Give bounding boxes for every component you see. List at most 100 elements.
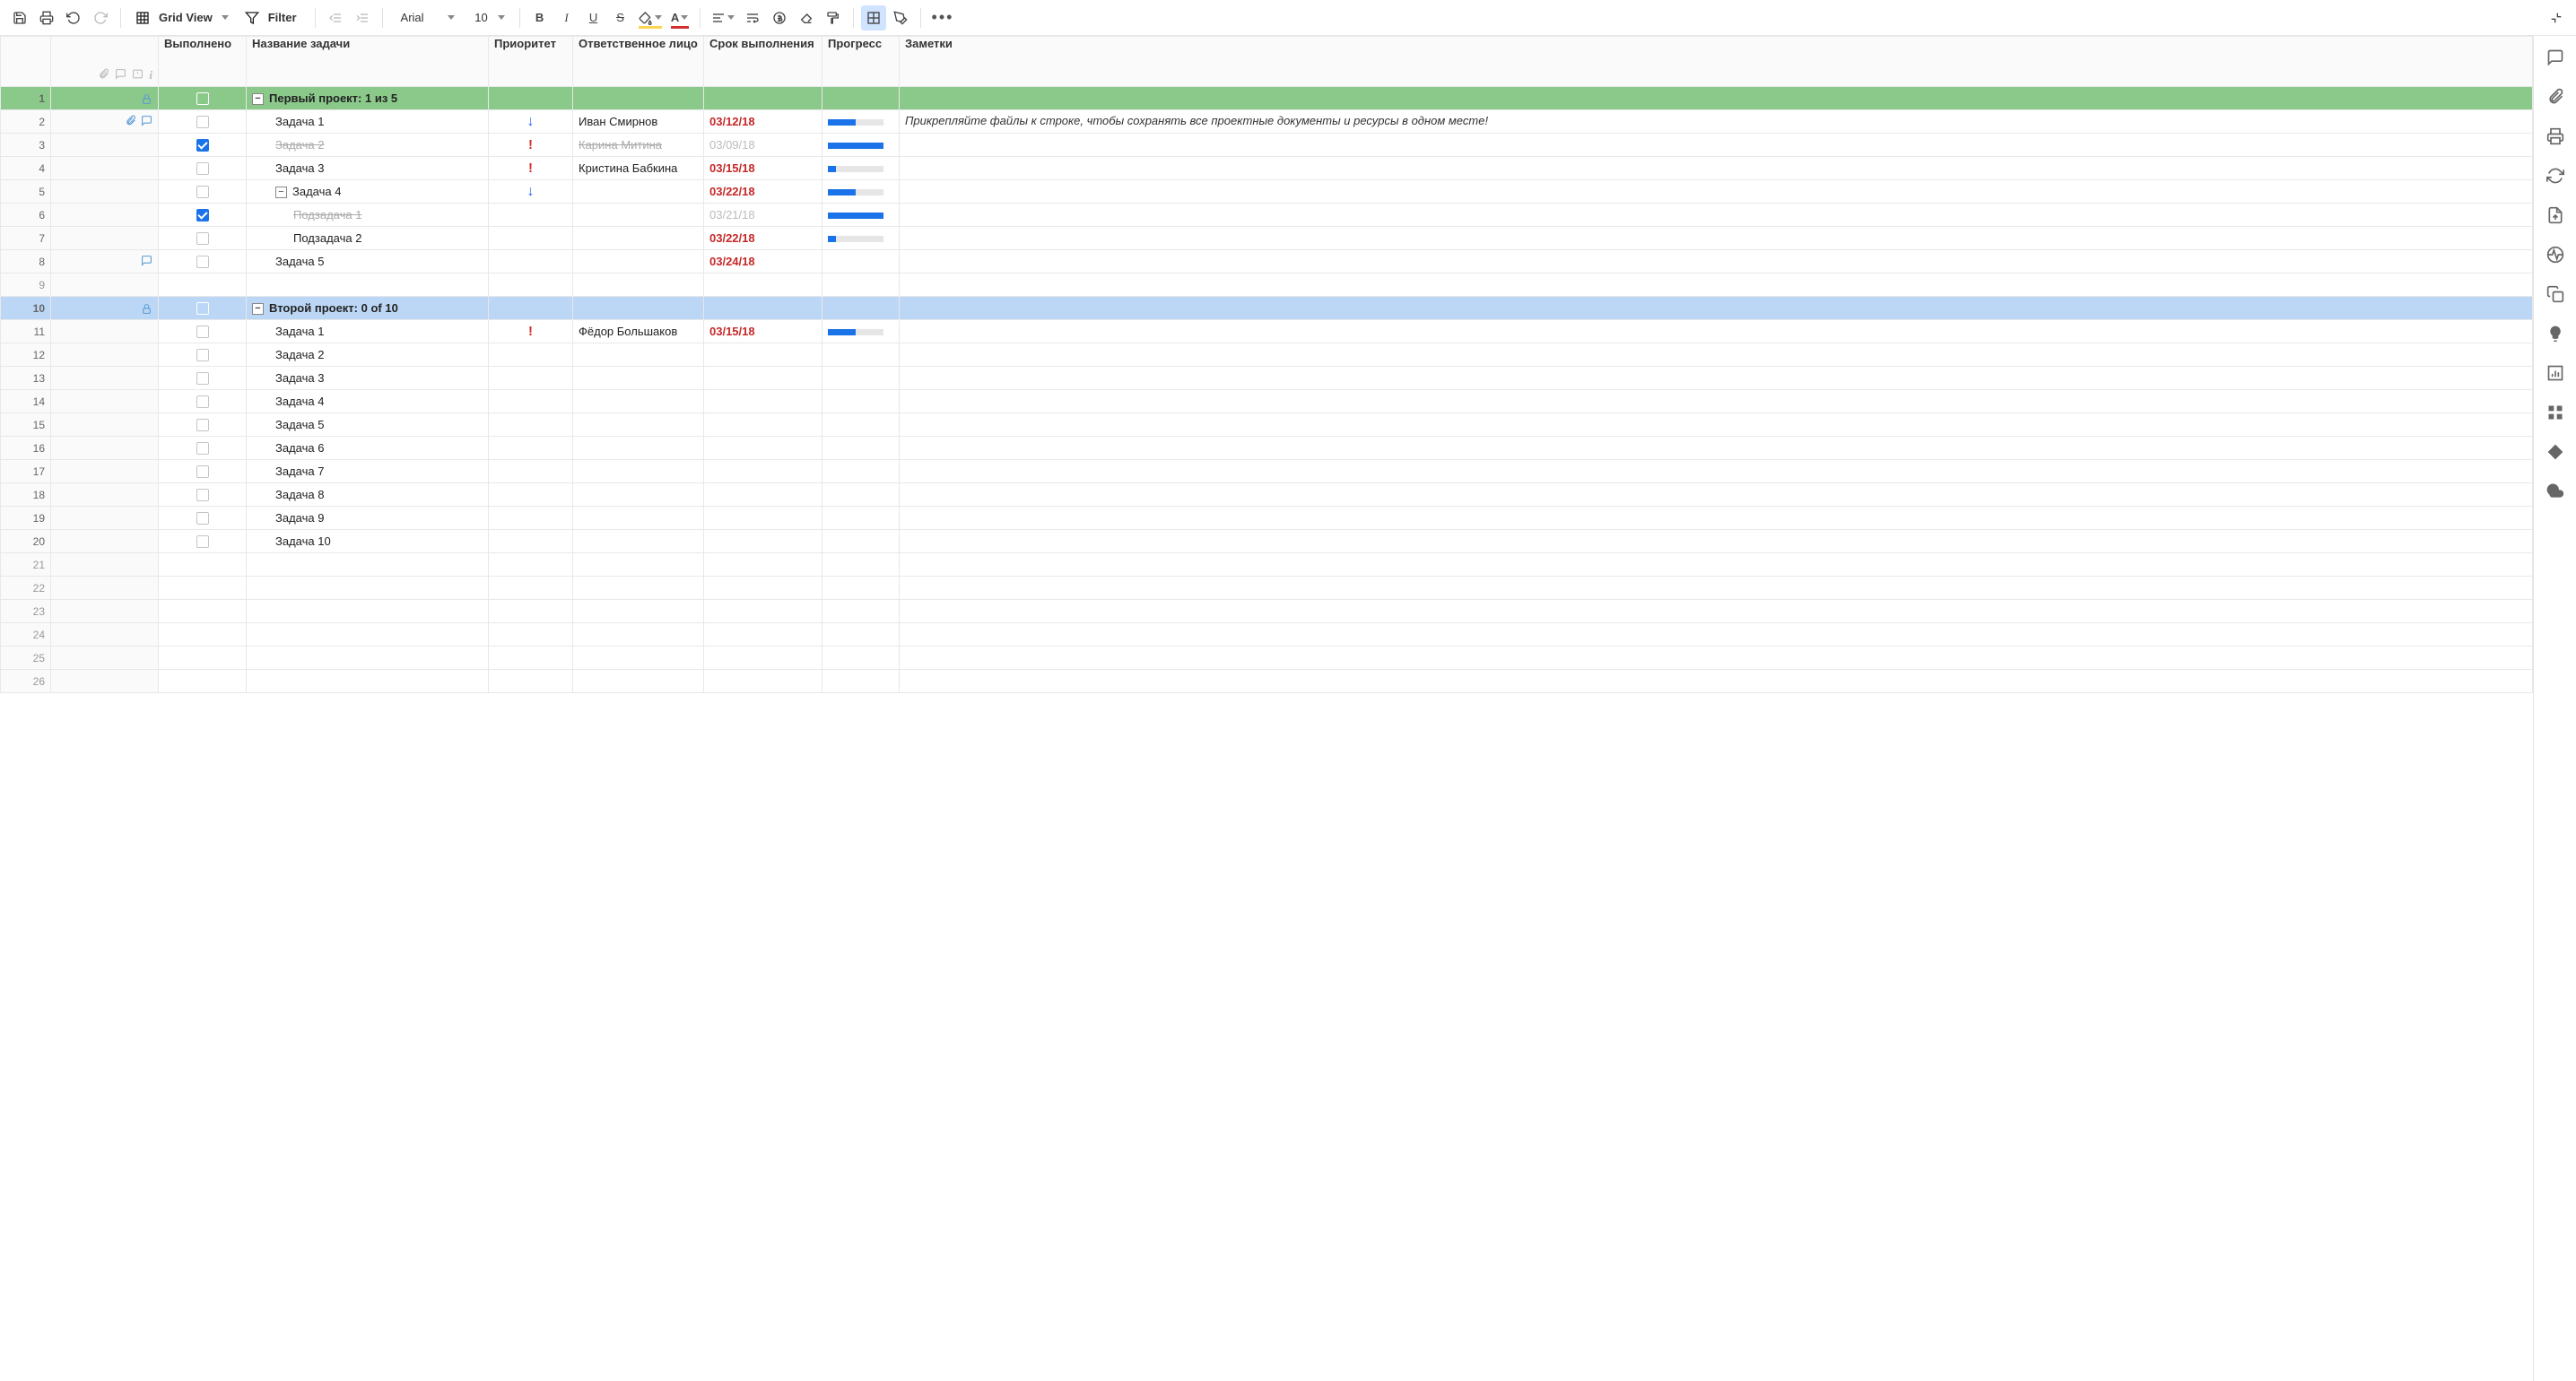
cell-responsible[interactable] <box>573 437 704 460</box>
cell-done[interactable] <box>159 297 247 320</box>
cell-notes[interactable] <box>900 507 2533 530</box>
row-indicators[interactable] <box>51 343 159 367</box>
checkbox[interactable] <box>196 116 209 128</box>
row-indicators[interactable] <box>51 134 159 157</box>
cell-notes[interactable] <box>900 623 2533 647</box>
row-indicators[interactable] <box>51 180 159 204</box>
row-number[interactable]: 16 <box>1 437 51 460</box>
row-number[interactable]: 20 <box>1 530 51 553</box>
cell-notes[interactable] <box>900 320 2533 343</box>
cell-done[interactable] <box>159 600 247 623</box>
cell-due[interactable] <box>704 483 822 507</box>
table-row[interactable]: 14Задача 4 <box>1 390 2533 413</box>
font-size-selector[interactable]: 10 <box>464 5 512 30</box>
cell-name[interactable]: Задача 9 <box>247 507 489 530</box>
row-number[interactable]: 3 <box>1 134 51 157</box>
collapse-toggle[interactable]: − <box>252 93 264 105</box>
table-row[interactable]: 6Подзадача 103/21/18 <box>1 204 2533 227</box>
cell-progress[interactable] <box>822 600 900 623</box>
cell-priority[interactable]: ↓ <box>489 110 573 134</box>
more-button[interactable]: ••• <box>928 5 958 30</box>
table-row[interactable]: 21 <box>1 553 2533 577</box>
cell-priority[interactable]: ↓ <box>489 180 573 204</box>
cell-responsible[interactable] <box>573 367 704 390</box>
redo-button[interactable] <box>88 5 113 30</box>
lightbulb-panel-icon[interactable] <box>2546 325 2564 343</box>
cell-due[interactable] <box>704 507 822 530</box>
cell-priority[interactable] <box>489 413 573 437</box>
save-button[interactable] <box>7 5 32 30</box>
table-row[interactable]: 23 <box>1 600 2533 623</box>
cell-progress[interactable] <box>822 437 900 460</box>
cell-priority[interactable] <box>489 204 573 227</box>
cell-name[interactable] <box>247 600 489 623</box>
cell-name[interactable]: Задача 8 <box>247 483 489 507</box>
cell-name[interactable]: −Второй проект: 0 of 10 <box>247 297 489 320</box>
table-row[interactable]: 22 <box>1 577 2533 600</box>
row-number[interactable]: 23 <box>1 600 51 623</box>
row-indicators[interactable] <box>51 274 159 297</box>
cell-due[interactable] <box>704 577 822 600</box>
row-number[interactable]: 12 <box>1 343 51 367</box>
cell-name[interactable] <box>247 647 489 670</box>
table-row[interactable]: 4Задача 3!Кристина Бабкина03/15/18 <box>1 157 2533 180</box>
checkbox[interactable] <box>196 326 209 338</box>
cell-notes[interactable] <box>900 274 2533 297</box>
cell-done[interactable] <box>159 320 247 343</box>
cell-name[interactable]: Задача 1 <box>247 320 489 343</box>
cell-done[interactable] <box>159 274 247 297</box>
cell-name[interactable]: −Первый проект: 1 из 5 <box>247 87 489 110</box>
collapse-toggle[interactable]: − <box>252 303 264 315</box>
row-number[interactable]: 26 <box>1 670 51 693</box>
cell-notes[interactable] <box>900 250 2533 274</box>
cell-progress[interactable] <box>822 623 900 647</box>
collapse-toggle[interactable]: − <box>275 187 287 198</box>
align-button[interactable] <box>708 5 738 30</box>
row-number[interactable]: 4 <box>1 157 51 180</box>
row-number[interactable]: 7 <box>1 227 51 250</box>
row-number[interactable]: 8 <box>1 250 51 274</box>
cell-done[interactable] <box>159 367 247 390</box>
row-number[interactable]: 22 <box>1 577 51 600</box>
cell-due[interactable] <box>704 623 822 647</box>
cell-due[interactable] <box>704 367 822 390</box>
table-row[interactable]: 8Задача 503/24/18 <box>1 250 2533 274</box>
checkbox[interactable] <box>196 419 209 431</box>
header-rownum[interactable] <box>1 37 51 87</box>
cell-notes[interactable] <box>900 460 2533 483</box>
row-indicators[interactable] <box>51 250 159 274</box>
copy-panel-icon[interactable] <box>2546 285 2564 303</box>
cell-notes[interactable] <box>900 343 2533 367</box>
header-notes[interactable]: Заметки <box>900 37 2533 87</box>
cell-name[interactable]: Задача 2 <box>247 134 489 157</box>
cell-progress[interactable] <box>822 204 900 227</box>
cell-priority[interactable] <box>489 553 573 577</box>
cell-name[interactable]: Задача 3 <box>247 157 489 180</box>
cell-responsible[interactable] <box>573 180 704 204</box>
cell-responsible[interactable] <box>573 647 704 670</box>
checkbox[interactable] <box>196 302 209 315</box>
row-indicators[interactable] <box>51 553 159 577</box>
clear-format-button[interactable] <box>794 5 819 30</box>
cell-notes[interactable] <box>900 390 2533 413</box>
row-number[interactable]: 25 <box>1 647 51 670</box>
cell-priority[interactable]: ! <box>489 157 573 180</box>
row-indicators[interactable] <box>51 670 159 693</box>
cell-name[interactable]: Подзадача 1 <box>247 204 489 227</box>
table-row[interactable]: 12Задача 2 <box>1 343 2533 367</box>
table-row[interactable]: 24 <box>1 623 2533 647</box>
cell-priority[interactable] <box>489 670 573 693</box>
table-row[interactable]: 1−Первый проект: 1 из 5 <box>1 87 2533 110</box>
table-row[interactable]: 5−Задача 4↓03/22/18 <box>1 180 2533 204</box>
table-row[interactable]: 16Задача 6 <box>1 437 2533 460</box>
table-row[interactable]: 15Задача 5 <box>1 413 2533 437</box>
row-number[interactable]: 15 <box>1 413 51 437</box>
cell-done[interactable] <box>159 670 247 693</box>
attachments-panel-icon[interactable] <box>2546 88 2564 106</box>
checkbox[interactable] <box>196 92 209 105</box>
cell-priority[interactable] <box>489 460 573 483</box>
indent-button[interactable] <box>350 5 375 30</box>
cell-name[interactable]: Задача 10 <box>247 530 489 553</box>
cell-priority[interactable] <box>489 227 573 250</box>
cell-due[interactable] <box>704 530 822 553</box>
